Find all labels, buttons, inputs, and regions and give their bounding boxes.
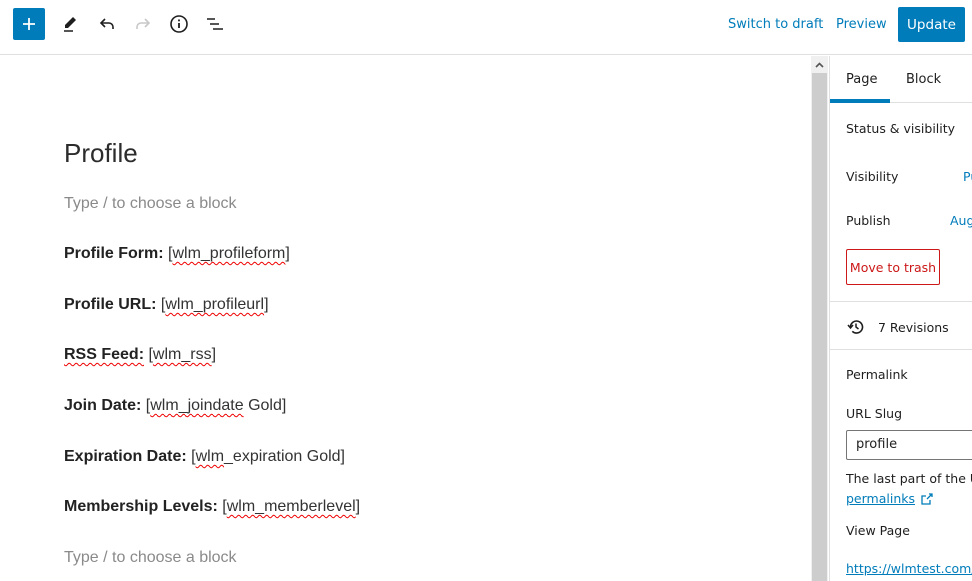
scrollbar-thumb[interactable] [812, 73, 827, 581]
active-tab-indicator [830, 99, 890, 103]
editor-scrollbar[interactable] [811, 56, 828, 581]
preview-button[interactable]: Preview [836, 17, 887, 32]
field-label: Profile Form: [64, 245, 164, 262]
shortcode: wlm_memberlevel [226, 498, 356, 515]
publish-label: Publish [846, 213, 891, 228]
info-icon [170, 15, 188, 33]
post-title[interactable]: Profile [64, 138, 138, 169]
pencil-icon [64, 17, 76, 32]
tools-button[interactable] [54, 8, 86, 40]
shortcode: wlm_rss [152, 346, 212, 363]
history-icon [847, 320, 864, 334]
shortcode-suffix: Gold] [243, 397, 287, 414]
field-label: Membership Levels: [64, 498, 218, 515]
shortcode-suffix: ] [211, 346, 217, 363]
field-label: Expiration Date: [64, 448, 187, 465]
block-placeholder[interactable]: Type / to choose a block [64, 195, 237, 213]
tab-block[interactable]: Block [906, 72, 941, 87]
redo-button[interactable] [127, 8, 159, 40]
divider [830, 349, 972, 350]
paragraph-block[interactable]: Join Date: [wlm_joindate Gold] [64, 397, 286, 415]
block-inserter-button[interactable] [13, 8, 45, 40]
paragraph-block[interactable]: Profile Form: [wlm_profileform] [64, 245, 290, 263]
shortcode: wlm_joindate [150, 397, 244, 414]
editor-header: Switch to draft Preview Update [0, 0, 972, 55]
shortcode-suffix: ] [285, 245, 290, 262]
permalink-panel-title[interactable]: Permalink [846, 367, 908, 382]
view-page-label: View Page [846, 523, 910, 538]
list-view-button[interactable] [199, 8, 231, 40]
scroll-up-arrow[interactable] [811, 56, 828, 73]
paragraph-block[interactable]: Profile URL: [wlm_profileurl] [64, 296, 269, 314]
list-view-icon [207, 18, 223, 30]
update-button[interactable]: Update [898, 7, 965, 42]
revisions-label: 7 Revisions [878, 319, 949, 335]
external-link-icon [921, 492, 933, 505]
editor-canvas: Profile Type / to choose a block Profile… [0, 56, 811, 581]
permalinks-link-text: permalinks [846, 491, 916, 506]
details-button[interactable] [163, 8, 195, 40]
divider [830, 301, 972, 302]
url-slug-label: URL Slug [846, 406, 903, 421]
field-label: RSS Feed: [64, 346, 144, 363]
permalinks-help-link[interactable]: permalinks [846, 491, 934, 506]
field-label: Profile URL: [64, 296, 157, 313]
paragraph-block[interactable]: RSS Feed: [wlm_rss] [64, 346, 216, 364]
shortcode-suffix: ] [355, 498, 361, 515]
shortcode: wlm_profileurl [165, 296, 265, 313]
plus-icon [23, 18, 35, 30]
sidebar-tabs: Page Block [830, 56, 972, 103]
paragraph-block[interactable]: Expiration Date: [wlm_expiration Gold] [64, 448, 345, 466]
shortcode: wlm [195, 448, 225, 465]
url-slug-input[interactable]: profile [846, 430, 972, 460]
view-page-url-link[interactable]: https://wlmtest.com/w [846, 561, 972, 576]
block-placeholder[interactable]: Type / to choose a block [64, 549, 237, 567]
undo-icon [99, 18, 114, 29]
shortcode-suffix: ] [264, 296, 269, 313]
status-visibility-panel-title[interactable]: Status & visibility [846, 121, 955, 136]
paragraph-block[interactable]: Membership Levels: [wlm_memberlevel] [64, 498, 360, 516]
switch-to-draft-button[interactable]: Switch to draft [728, 17, 823, 32]
tab-page[interactable]: Page [846, 72, 877, 87]
redo-icon [136, 18, 151, 29]
field-label-text: RSS Feed: [64, 346, 145, 363]
undo-button[interactable] [91, 8, 123, 40]
field-label: Join Date: [64, 397, 142, 414]
shortcode: wlm_profileform [172, 245, 286, 262]
revisions-link[interactable]: 7 Revisions [846, 317, 949, 337]
move-to-trash-button[interactable]: Move to trash [846, 249, 940, 285]
visibility-label: Visibility [846, 169, 899, 184]
publish-date-toggle[interactable]: Aug [950, 213, 972, 228]
settings-sidebar: Page Block Status & visibility Visibilit… [829, 56, 972, 581]
shortcode-suffix: _expiration Gold] [224, 448, 345, 465]
url-slug-help-text: The last part of the UR [846, 471, 972, 486]
visibility-toggle[interactable]: Pu [963, 169, 972, 184]
chevron-up-icon [815, 61, 824, 68]
